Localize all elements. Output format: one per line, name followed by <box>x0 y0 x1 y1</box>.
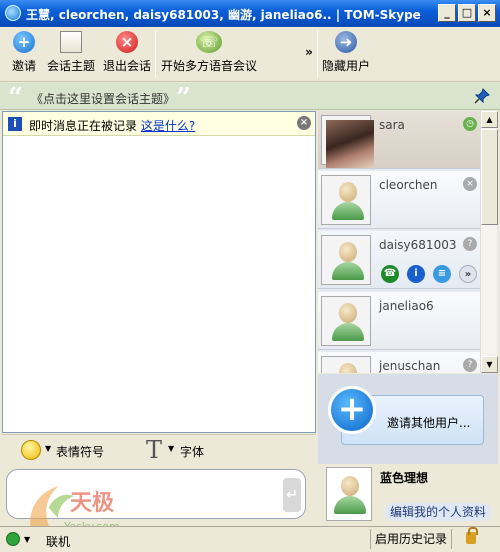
participant-item[interactable]: jenuschan ? <box>318 352 480 373</box>
title-bar: 王慧, cleorchen, daisy681003, 幽游, janeliao… <box>0 0 500 27</box>
pin-icon[interactable] <box>474 88 490 104</box>
invite-others-label[interactable]: 邀请其他用户... <box>387 414 470 431</box>
close-notice-icon[interactable]: × <box>297 116 311 130</box>
open-quote-icon: “ <box>8 83 23 113</box>
call-icon[interactable]: ☎ <box>381 265 399 283</box>
toolbar: + 邀请 会话主题 × 退出会话 ☏ 开始多方语音会议 » ➜ 隐藏用户 <box>0 27 500 82</box>
status-label[interactable]: 联机 <box>46 533 70 550</box>
recording-notice: i 即时消息正在被记录 这是什么? × <box>3 112 315 136</box>
close-button[interactable]: × <box>478 4 496 22</box>
participant-item[interactable]: janeliao6 <box>318 292 480 350</box>
notice-text: 即时消息正在被记录 这是什么? <box>29 117 195 134</box>
conference-label: 开始多方语音会议 <box>161 59 258 73</box>
close-quote-icon: ” <box>176 83 191 113</box>
chat-icon[interactable]: ≡ <box>433 265 451 283</box>
toolbar-separator <box>317 31 318 77</box>
notice-message: 即时消息正在被记录 <box>29 119 138 133</box>
topic-label: 会话主题 <box>46 59 95 73</box>
lock-icon[interactable] <box>466 527 478 544</box>
chat-history[interactable]: i 即时消息正在被记录 这是什么? × <box>2 111 316 433</box>
status-bar: ▼ 联机 启用历史记录 <box>0 526 500 552</box>
online-status-icon[interactable] <box>6 532 20 546</box>
plus-icon[interactable]: + <box>328 386 376 434</box>
watermark-text: 天极 <box>70 491 115 516</box>
toolbar-separator <box>155 31 156 77</box>
send-button[interactable]: ↵ <box>283 478 301 512</box>
unknown-status-icon: ? <box>463 358 477 372</box>
leave-label: 退出会话 <box>102 59 151 73</box>
participant-name: sara <box>379 118 405 132</box>
x-icon: × <box>116 31 138 53</box>
more-actions-icon[interactable]: » <box>459 265 477 283</box>
topic-text[interactable]: 《点击这里设置会话主题》 <box>31 90 175 107</box>
font-label[interactable]: 字体 <box>180 443 204 460</box>
hide-users-button[interactable]: ➜ 隐藏用户 <box>322 31 370 79</box>
scroll-up-icon[interactable]: ▲ <box>481 111 498 128</box>
font-icon[interactable]: T <box>146 436 162 464</box>
history-toggle[interactable]: 启用历史记录 <box>370 529 452 549</box>
avatar <box>321 175 371 225</box>
invite-button[interactable]: + 邀请 <box>9 31 39 79</box>
invite-panel: + 邀请其他用户... <box>318 374 498 464</box>
chevron-down-icon[interactable]: ▼ <box>24 535 30 544</box>
maximize-button[interactable]: □ <box>458 4 476 22</box>
participant-item[interactable]: sara ◷ <box>318 111 480 169</box>
edit-profile-button[interactable]: 编辑我的个人资料 <box>385 503 491 521</box>
participant-name: cleorchen <box>379 178 438 192</box>
chevron-down-icon[interactable]: ▼ <box>168 444 174 453</box>
leave-button[interactable]: × 退出会话 <box>102 31 152 79</box>
my-name: 蓝色理想 <box>380 471 429 485</box>
away-status-icon: ◷ <box>463 117 477 131</box>
avatar <box>321 235 371 285</box>
unknown-status-icon: ? <box>463 237 477 251</box>
info-icon: i <box>8 117 22 131</box>
smiley-icon[interactable] <box>21 440 41 460</box>
chevron-down-icon[interactable]: ▼ <box>45 444 51 453</box>
participant-name: janeliao6 <box>379 299 434 313</box>
topic-button[interactable]: 会话主题 <box>46 31 96 79</box>
conference-call-button[interactable]: ☏ 开始多方语音会议 <box>161 31 257 79</box>
avatar <box>321 356 371 373</box>
participants-list: sara ◷ cleorchen × daisy681003 ? ☎ i ≡ »… <box>318 111 498 373</box>
scroll-down-icon[interactable]: ▼ <box>481 356 498 373</box>
participant-name: daisy681003 <box>379 238 457 252</box>
window-title: 王慧, cleorchen, daisy681003, 幽游, janeliao… <box>26 8 426 22</box>
participant-item[interactable]: cleorchen × <box>318 171 480 229</box>
my-avatar[interactable] <box>326 467 372 521</box>
avatar <box>321 115 374 168</box>
participant-item[interactable]: daisy681003 ? ☎ i ≡ » <box>318 231 480 289</box>
emoticons-label[interactable]: 表情符号 <box>56 443 104 460</box>
topic-bar[interactable]: “ 《点击这里设置会话主题》 ” <box>0 83 500 113</box>
arrow-right-icon: ➜ <box>335 31 357 53</box>
minimize-button[interactable]: _ <box>438 4 456 22</box>
participant-name: jenuschan <box>379 359 441 373</box>
offline-status-icon: × <box>463 177 477 191</box>
what-is-this-link[interactable]: 这是什么? <box>141 119 195 133</box>
notepad-icon <box>60 31 82 53</box>
conference-icon: ☏ <box>196 31 222 53</box>
invite-label: 邀请 <box>11 59 36 73</box>
scroll-thumb[interactable] <box>481 129 498 225</box>
hide-users-label: 隐藏用户 <box>322 59 371 73</box>
format-bar: ▼ 表情符号 T ▼ 字体 <box>2 434 316 464</box>
avatar <box>321 296 371 346</box>
participants-scrollbar[interactable]: ▲ ▼ <box>480 111 498 373</box>
plus-icon: + <box>13 31 35 53</box>
info-icon[interactable]: i <box>407 265 425 283</box>
skype-app-icon[interactable] <box>5 5 21 21</box>
